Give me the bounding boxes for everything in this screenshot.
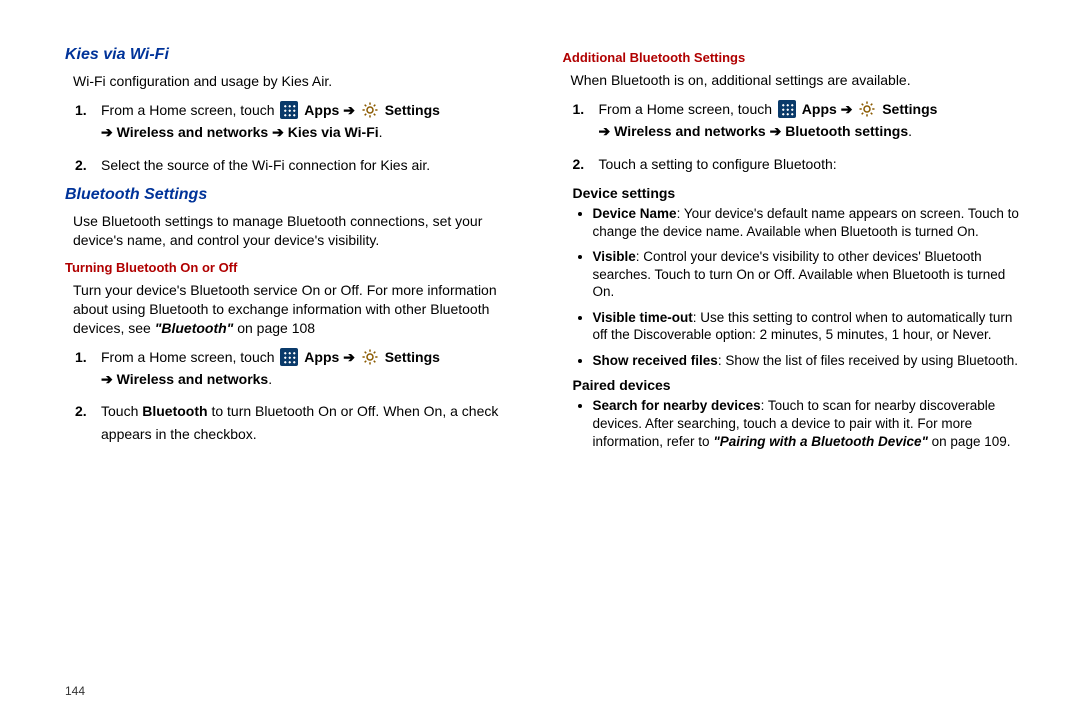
ref-bluetooth: "Bluetooth"	[155, 320, 234, 336]
bluetooth-bold: Bluetooth	[142, 403, 207, 419]
arrow: ➔	[101, 124, 113, 140]
label: Visible time-out	[593, 310, 693, 325]
text: : Control your device's visibility to ot…	[593, 249, 1006, 299]
path-wireless: Wireless and networks	[614, 123, 766, 139]
text: on page 108	[233, 320, 315, 336]
settings-icon	[361, 101, 379, 119]
kies-steps: From a Home screen, touch Apps ➔ Setting…	[65, 99, 523, 176]
text: From a Home screen, touch	[101, 349, 278, 365]
heading-paired-devices: Paired devices	[573, 377, 1026, 393]
ref-pairing: "Pairing with a Bluetooth Device"	[713, 434, 928, 449]
additional-bt-intro: When Bluetooth is on, additional setting…	[571, 71, 1026, 90]
apps-label: Apps	[304, 349, 339, 365]
arrow: ➔	[101, 371, 113, 387]
text: on page 109.	[928, 434, 1011, 449]
heading-device-settings: Device settings	[573, 185, 1026, 201]
arrow: ➔	[272, 124, 284, 140]
bt-onoff-intro: Turn your device's Bluetooth service On …	[73, 281, 523, 338]
arrow: ➔	[770, 123, 782, 139]
left-column: Kies via Wi-Fi Wi-Fi configuration and u…	[65, 40, 553, 700]
settings-icon	[858, 100, 876, 118]
arrow: ➔	[599, 123, 611, 139]
settings-icon	[361, 348, 379, 366]
item-visible: Visible: Control your device's visibilit…	[593, 248, 1026, 301]
kies-step-2: Select the source of the Wi-Fi connectio…	[75, 154, 523, 176]
heading-bt-onoff: Turning Bluetooth On or Off	[65, 260, 523, 275]
path-kies: Kies via Wi-Fi	[288, 124, 379, 140]
bt-onoff-steps: From a Home screen, touch Apps ➔ Setting…	[65, 346, 523, 446]
label: Device Name	[593, 206, 677, 221]
settings-label: Settings	[385, 349, 440, 365]
text: From a Home screen, touch	[599, 101, 776, 117]
path-bt-settings: Bluetooth settings	[785, 123, 908, 139]
apps-icon	[280, 101, 298, 119]
apps-label: Apps	[802, 101, 837, 117]
apps-icon	[280, 348, 298, 366]
text: : Show the list of files received by usi…	[718, 353, 1018, 368]
apps-label: Apps	[304, 102, 339, 118]
manual-page: Kies via Wi-Fi Wi-Fi configuration and u…	[0, 0, 1080, 720]
kies-intro: Wi-Fi configuration and usage by Kies Ai…	[73, 72, 523, 91]
abt-step-2: Touch a setting to configure Bluetooth:	[573, 153, 1026, 175]
kies-step-1: From a Home screen, touch Apps ➔ Setting…	[75, 99, 523, 144]
heading-additional-bt: Additional Bluetooth Settings	[563, 50, 1026, 65]
additional-bt-steps: From a Home screen, touch Apps ➔ Setting…	[563, 98, 1026, 175]
bt-step-2: Touch Bluetooth to turn Bluetooth On or …	[75, 400, 523, 445]
item-show-received: Show received files: Show the list of fi…	[593, 352, 1026, 370]
item-device-name: Device Name: Your device's default name …	[593, 205, 1026, 240]
item-visible-timeout: Visible time-out: Use this setting to co…	[593, 309, 1026, 344]
bluetooth-intro: Use Bluetooth settings to manage Bluetoo…	[73, 212, 523, 250]
right-column: Additional Bluetooth Settings When Bluet…	[553, 40, 1041, 700]
label: Show received files	[593, 353, 718, 368]
path-wireless: Wireless and networks	[117, 371, 269, 387]
arrow: ➔	[343, 349, 355, 365]
paired-devices-list: Search for nearby devices: Touch to scan…	[563, 397, 1026, 450]
label: Search for nearby devices	[593, 398, 761, 413]
heading-kies-wifi: Kies via Wi-Fi	[65, 46, 523, 64]
apps-icon	[778, 100, 796, 118]
device-settings-list: Device Name: Your device's default name …	[563, 205, 1026, 369]
heading-bluetooth-settings: Bluetooth Settings	[65, 186, 523, 204]
settings-label: Settings	[882, 101, 937, 117]
path-wireless: Wireless and networks	[117, 124, 269, 140]
text: Touch	[101, 403, 142, 419]
settings-label: Settings	[385, 102, 440, 118]
arrow: ➔	[841, 101, 853, 117]
arrow: ➔	[343, 102, 355, 118]
page-number: 144	[65, 684, 85, 698]
label: Visible	[593, 249, 636, 264]
bt-step-1: From a Home screen, touch Apps ➔ Setting…	[75, 346, 523, 391]
item-search-nearby: Search for nearby devices: Touch to scan…	[593, 397, 1026, 450]
abt-step-1: From a Home screen, touch Apps ➔ Setting…	[573, 98, 1026, 143]
text: From a Home screen, touch	[101, 102, 278, 118]
